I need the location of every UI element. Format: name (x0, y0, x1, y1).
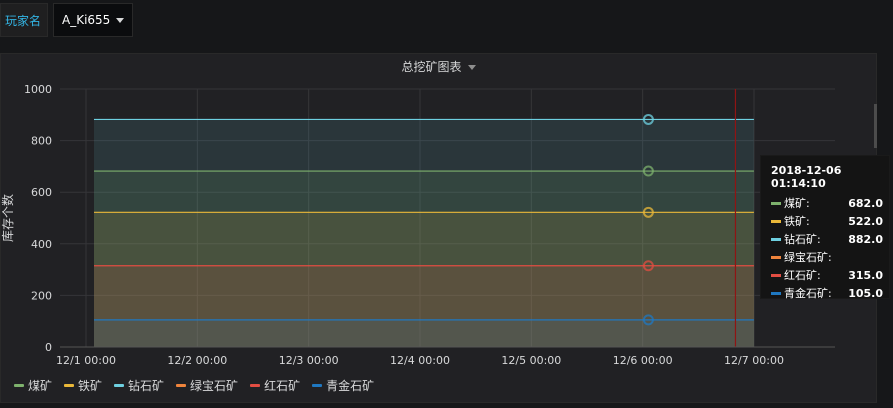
x-tick-label: 12/7 00:00 (724, 354, 784, 367)
tooltip-value: 682.0 (848, 196, 883, 210)
series-area-青金石矿 (94, 319, 754, 347)
tooltip-swatch (771, 201, 781, 205)
x-tick-label: 12/2 00:00 (167, 354, 227, 367)
tooltip-swatch (771, 219, 781, 223)
tooltip-row: 青金石矿: 105.0 (771, 284, 883, 302)
x-tick-label: 12/4 00:00 (390, 354, 450, 367)
y-tick-label: 0 (45, 341, 52, 354)
tooltip-swatch (771, 291, 781, 295)
tooltip-row: 钻石矿: 882.0 (771, 230, 883, 248)
legend-swatch (14, 383, 24, 387)
tooltip-row: 煤矿: 682.0 (771, 194, 883, 212)
tooltip-swatch (771, 237, 781, 241)
tooltip-series-name: 红石矿: (784, 269, 821, 282)
x-tick-label: 12/1 00:00 (56, 354, 116, 367)
tooltip-row: 红石矿: 315.0 (771, 266, 883, 284)
legend-label: 绿宝石矿 (190, 378, 239, 393)
legend-swatch (114, 383, 125, 387)
legend-swatch (250, 383, 261, 387)
legend-item[interactable]: 煤矿 (14, 376, 52, 394)
panel-resize-handle[interactable] (874, 104, 877, 148)
tooltip-series-name: 钻石矿: (784, 233, 821, 246)
legend-label: 煤矿 (28, 378, 53, 393)
tooltip-value: 882.0 (848, 232, 883, 246)
tooltip-series-name: 煤矿: (784, 197, 810, 210)
legend-label: 青金石矿 (326, 378, 375, 393)
tooltip-value: 315.0 (848, 268, 883, 282)
tooltip-time: 2018-12-06 01:14:10 (771, 164, 842, 190)
y-tick-label: 600 (31, 186, 52, 199)
chart-tooltip: 2018-12-06 01:14:10 煤矿: 682.0 铁矿: 522.0 钻石矿:… (760, 155, 890, 302)
x-tick-label: 12/5 00:00 (501, 354, 561, 367)
legend-item[interactable]: 青金石矿 (312, 376, 374, 394)
legend-item[interactable]: 铁矿 (64, 376, 102, 394)
tooltip-row: 铁矿: 522.0 (771, 212, 883, 230)
legend-item[interactable]: 钻石矿 (114, 376, 164, 394)
legend-item[interactable]: 绿宝石矿 (176, 376, 238, 394)
tooltip-swatch (771, 273, 781, 277)
y-tick-label: 400 (31, 238, 52, 251)
legend-label: 铁矿 (78, 378, 103, 393)
tooltip-row: 绿宝石矿: (771, 248, 883, 266)
tooltip-series-name: 铁矿: (784, 215, 810, 228)
tooltip-value: 105.0 (848, 286, 883, 300)
y-axis-label: 库存个数 (0, 194, 15, 242)
tooltip-series-name: 青金石矿: (784, 287, 832, 300)
chart-legend: 煤矿 铁矿 钻石矿 绿宝石矿 红石矿 青金石矿 (14, 376, 374, 394)
y-tick-label: 800 (31, 135, 52, 148)
legend-item[interactable]: 红石矿 (250, 376, 300, 394)
legend-label: 红石矿 (264, 378, 301, 393)
y-tick-label: 200 (31, 289, 52, 302)
y-tick-label: 1000 (24, 83, 52, 96)
legend-label: 钻石矿 (128, 378, 165, 393)
legend-swatch (176, 383, 187, 387)
tooltip-swatch (771, 255, 781, 259)
tooltip-series-name: 绿宝石矿: (784, 251, 832, 264)
legend-swatch (312, 383, 323, 387)
legend-swatch (64, 383, 75, 387)
x-tick-label: 12/6 00:00 (613, 354, 673, 367)
x-tick-label: 12/3 00:00 (279, 354, 339, 367)
tooltip-value: 522.0 (848, 214, 883, 228)
